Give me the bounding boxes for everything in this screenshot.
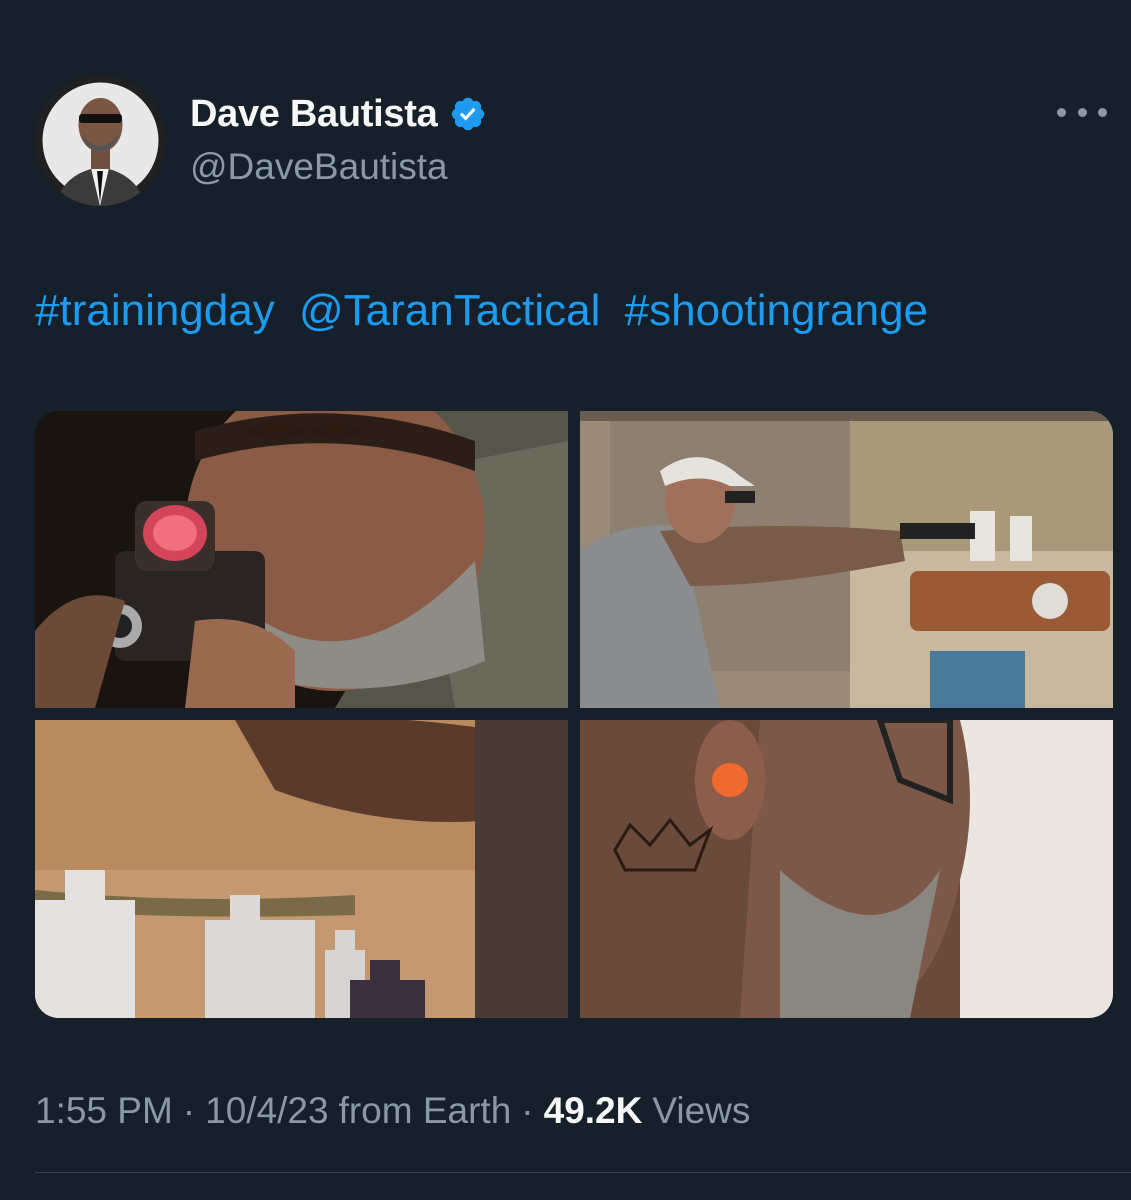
divider bbox=[35, 1172, 1131, 1173]
avatar[interactable] bbox=[35, 75, 166, 206]
dot bbox=[1098, 107, 1107, 117]
dot bbox=[1057, 107, 1066, 117]
tweet-text: #trainingday @TaranTactical #shootingran… bbox=[35, 283, 940, 339]
dot bbox=[1077, 107, 1087, 117]
more-options-icon[interactable] bbox=[1057, 100, 1107, 124]
user-handle[interactable]: @DaveBautista bbox=[190, 146, 487, 188]
views-count[interactable]: 49.2K bbox=[544, 1090, 643, 1132]
separator: · bbox=[182, 1090, 196, 1131]
views-label: Views bbox=[652, 1090, 751, 1131]
hashtag-trainingday[interactable]: #trainingday bbox=[35, 286, 275, 335]
photo-4[interactable] bbox=[580, 720, 1113, 1018]
tweet-meta: 1:55 PM · 10/4/23 from Earth · 49.2K Vie… bbox=[35, 1090, 750, 1132]
verified-badge-icon bbox=[449, 95, 487, 133]
media-grid bbox=[35, 411, 1113, 1018]
tweet-date[interactable]: 10/4/23 bbox=[205, 1090, 328, 1132]
tweet: Dave Bautista @DaveBautista #trainingday… bbox=[0, 0, 1131, 1200]
tweet-time[interactable]: 1:55 PM bbox=[35, 1090, 173, 1132]
mention-tarantactical[interactable]: @TaranTactical bbox=[299, 286, 600, 335]
author-info: Dave Bautista @DaveBautista bbox=[190, 88, 487, 188]
hashtag-shootingrange[interactable]: #shootingrange bbox=[625, 286, 928, 335]
name-row: Dave Bautista bbox=[190, 88, 487, 140]
tweet-source: from Earth bbox=[338, 1090, 512, 1131]
display-name[interactable]: Dave Bautista bbox=[190, 93, 438, 136]
photo-3[interactable] bbox=[35, 720, 568, 1018]
photo-2[interactable] bbox=[580, 411, 1113, 708]
photo-1[interactable] bbox=[35, 411, 568, 708]
separator: · bbox=[521, 1090, 534, 1131]
